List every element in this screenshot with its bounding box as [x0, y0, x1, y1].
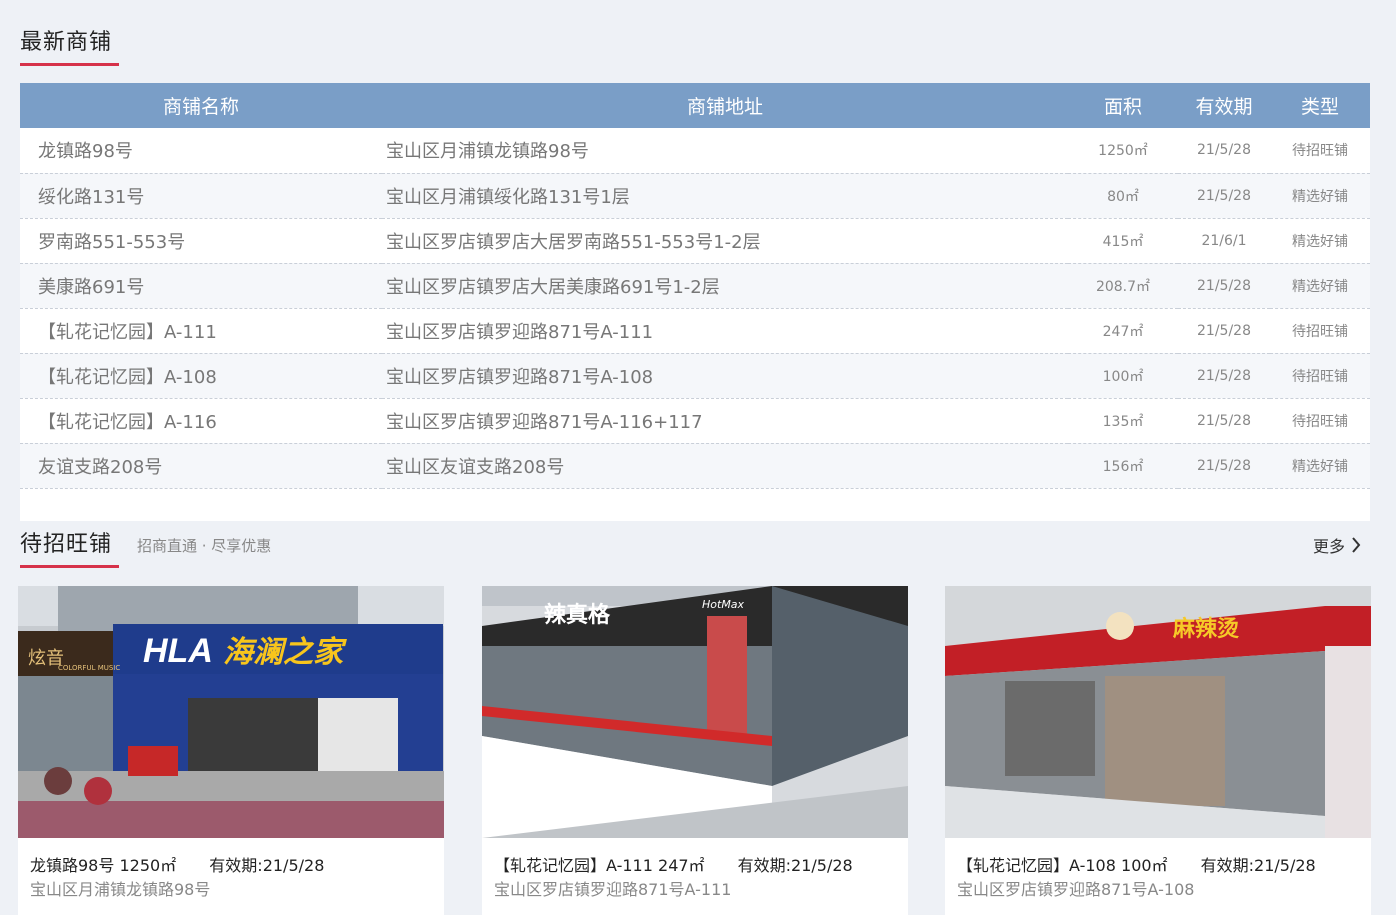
shop-validity-cell: 21/5/28 [1178, 263, 1270, 309]
featured-subtitle: 招商直通 · 尽享优惠 [137, 537, 272, 555]
featured-title: 待招旺铺 [20, 532, 113, 557]
shop-type-cell: 待招旺铺 [1270, 398, 1370, 444]
shop-type-cell: 待招旺铺 [1270, 308, 1370, 354]
header-name: 商铺名称 [162, 96, 239, 118]
shop-validity-cell: 21/5/28 [1178, 128, 1270, 174]
shop-address-cell: 宝山区罗店镇罗迎路871号A-108 [382, 353, 1068, 399]
shop-name-cell: 美康路691号 [20, 263, 382, 309]
shop-type-cell: 精选好铺 [1270, 218, 1370, 264]
card-area: 1250㎡ [119, 856, 177, 875]
header-validity: 有效期 [1195, 96, 1253, 118]
card-1-title-line: 龙镇路98号 1250㎡ 有效期:21/5/28 [30, 854, 444, 878]
card-address: 宝山区月浦镇龙镇路98号 [30, 880, 211, 899]
featured-title-underline [20, 565, 119, 568]
shop-type-cell: 精选好铺 [1270, 263, 1370, 309]
shop-validity-cell: 21/5/28 [1178, 173, 1270, 219]
shop-validity-cell: 21/5/28 [1178, 443, 1270, 489]
shop-area-cell: 208.7㎡ [1068, 263, 1178, 309]
shop-photo-3: 麻辣烫 [945, 586, 1371, 838]
table-row[interactable]: 【轧花记忆园】A-111 宝山区罗店镇罗迎路871号A-111 247㎡ 21/5/2… [20, 308, 1370, 354]
shop-address-cell: 宝山区罗店镇罗迎路871号A-116+117 [382, 398, 1068, 444]
shop-photo-2: 辣真格 HotMax [482, 586, 908, 838]
shop-type-cell: 待招旺铺 [1270, 128, 1370, 174]
card-address: 宝山区罗店镇罗迎路871号A-108 [957, 880, 1195, 899]
card-validity: 有效期:21/5/28 [209, 856, 325, 875]
latest-title: 最新商铺 [20, 30, 113, 55]
card-name: 龙镇路98号 [30, 856, 115, 875]
latest-title-underline [20, 63, 119, 66]
card-name: 【轧花记忆园】A-108 [957, 856, 1116, 875]
shop-name-cell: 罗南路551-553号 [20, 218, 382, 264]
card-validity: 有效期:21/5/28 [1200, 856, 1316, 875]
shop-name-cell: 龙镇路98号 [20, 128, 382, 174]
shop-photo-1: 炫音 COLORFUL MUSIC HLA 海澜之家 [18, 586, 444, 838]
card-address: 宝山区罗店镇罗迎路871号A-111 [494, 880, 732, 899]
shop-area-cell: 1250㎡ [1068, 128, 1178, 174]
shop-area-cell: 247㎡ [1068, 308, 1178, 354]
shop-name-cell: 【轧花记忆园】A-108 [20, 353, 382, 399]
shop-area-cell: 80㎡ [1068, 173, 1178, 219]
shop-address-cell: 宝山区罗店镇罗迎路871号A-111 [382, 308, 1068, 354]
header-type: 类型 [1300, 96, 1339, 118]
shop-card-3[interactable]: 麻辣烫 【轧花记忆园】A-108 100㎡ 有效期:21/5/28 宝山区罗店镇… [945, 586, 1371, 915]
shop-type-cell: 精选好铺 [1270, 173, 1370, 219]
chevron-right-icon [1351, 537, 1361, 553]
card-2-title-line: 【轧花记忆园】A-111 247㎡ 有效期:21/5/28 [494, 854, 908, 878]
card-area: 100㎡ [1121, 856, 1168, 875]
card-validity: 有效期:21/5/28 [737, 856, 853, 875]
latest-shops-table: 商铺名称 商铺地址 面积 有效期 类型 龙镇路98号 宝山区月浦镇龙镇路98号 12… [20, 83, 1370, 521]
latest-section-header: 最新商铺 [20, 28, 119, 66]
sign-text-1: 海澜之家 [223, 635, 347, 670]
table-header-row: 商铺名称 商铺地址 面积 有效期 类型 [20, 83, 1370, 128]
table-row[interactable]: 美康路691号 宝山区罗店镇罗店大居美康路691号1-2层 208.7㎡ 21/5/2… [20, 263, 1370, 309]
table-row[interactable]: 【轧花记忆园】A-116 宝山区罗店镇罗迎路871号A-116+117 135㎡ 21… [20, 398, 1370, 444]
shop-area-cell: 135㎡ [1068, 398, 1178, 444]
table-row[interactable]: 友谊支路208号 宝山区友谊支路208号 156㎡ 21/5/28 精选好铺 [20, 443, 1370, 489]
header-address: 商铺地址 [686, 96, 763, 118]
shop-type-cell: 待招旺铺 [1270, 353, 1370, 399]
shop-name-cell: 友谊支路208号 [20, 443, 382, 489]
shop-card-2[interactable]: 辣真格 HotMax 【轧花记忆园】A-111 247㎡ 有效期:21/5/28… [482, 586, 908, 915]
shop-validity-cell: 21/5/28 [1178, 353, 1270, 399]
sign-brand-2: HotMax [702, 598, 745, 611]
shop-area-cell: 100㎡ [1068, 353, 1178, 399]
sign-brand: HLA [143, 632, 213, 670]
header-area: 面积 [1103, 96, 1142, 118]
table-row[interactable]: 龙镇路98号 宝山区月浦镇龙镇路98号 1250㎡ 21/5/28 待招旺铺 [20, 128, 1370, 174]
shop-validity-cell: 21/5/28 [1178, 398, 1270, 444]
sign-text-2: 辣真格 [544, 602, 611, 628]
more-label: 更多 [1313, 537, 1346, 556]
more-link[interactable]: 更多 [1313, 533, 1361, 557]
shop-validity-cell: 21/5/28 [1178, 308, 1270, 354]
shop-area-cell: 415㎡ [1068, 218, 1178, 264]
featured-section-header: 待招旺铺 [20, 530, 119, 568]
shop-type-cell: 精选好铺 [1270, 443, 1370, 489]
table-row[interactable]: 绥化路131号 宝山区月浦镇绥化路131号1层 80㎡ 21/5/28 精选好铺 [20, 173, 1370, 219]
shop-name-cell: 绥化路131号 [20, 173, 382, 219]
shop-card-1[interactable]: 炫音 COLORFUL MUSIC HLA 海澜之家 龙镇路98号 1250㎡ … [18, 586, 444, 915]
shop-area-cell: 156㎡ [1068, 443, 1178, 489]
shop-address-cell: 宝山区罗店镇罗店大居罗南路551-553号1-2层 [382, 218, 1068, 264]
card-3-title-line: 【轧花记忆园】A-108 100㎡ 有效期:21/5/28 [957, 854, 1371, 878]
card-name: 【轧花记忆园】A-111 [494, 856, 653, 875]
sign-left-sub: COLORFUL MUSIC [58, 664, 120, 672]
table-row[interactable]: 【轧花记忆园】A-108 宝山区罗店镇罗迎路871号A-108 100㎡ 21/5/2… [20, 353, 1370, 399]
shop-name-cell: 【轧花记忆园】A-111 [20, 308, 382, 354]
table-row[interactable]: 罗南路551-553号 宝山区罗店镇罗店大居罗南路551-553号1-2层 415㎡… [20, 218, 1370, 264]
shop-address-cell: 宝山区月浦镇绥化路131号1层 [382, 173, 1068, 219]
shop-address-cell: 宝山区月浦镇龙镇路98号 [382, 128, 1068, 174]
shop-address-cell: 宝山区友谊支路208号 [382, 443, 1068, 489]
shop-address-cell: 宝山区罗店镇罗店大居美康路691号1-2层 [382, 263, 1068, 309]
shop-name-cell: 【轧花记忆园】A-116 [20, 398, 382, 444]
sign-text-3: 麻辣烫 [1172, 616, 1239, 642]
shop-validity-cell: 21/6/1 [1178, 218, 1270, 264]
card-area: 247㎡ [658, 856, 705, 875]
